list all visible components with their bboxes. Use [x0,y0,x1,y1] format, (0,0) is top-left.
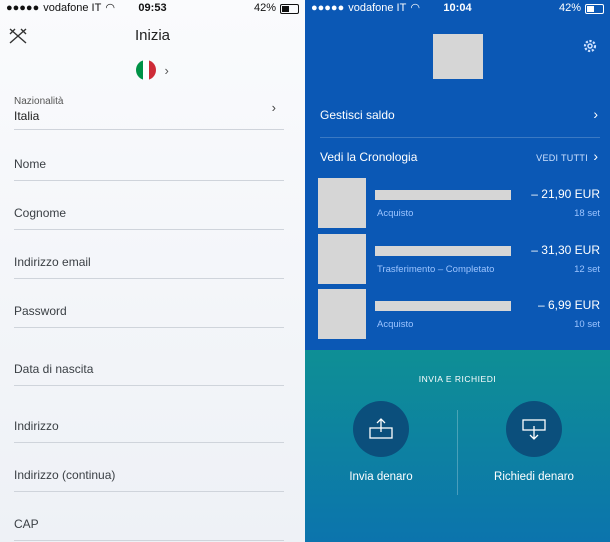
transaction-type: Trasferimento – Completato [377,264,495,275]
top-bar: Inizia [0,18,305,54]
nationality-value: Italia [14,109,40,123]
chevron-right-icon: › [593,106,598,122]
request-money-button[interactable] [506,401,562,457]
manage-balance-row[interactable]: Gestisci saldo › [320,106,598,128]
battery-icon [280,3,299,14]
postal-code-field[interactable]: CAP [14,514,284,541]
request-money-icon [522,419,546,440]
address-continued-placeholder: Indirizzo (continua) [14,468,116,482]
italy-flag-icon [136,60,157,80]
send-request-title: INVIA E RICHIEDI [418,374,497,384]
transaction-row[interactable]: Acquisto – 21,90 EUR 18 set [318,178,600,228]
send-request-panel: INVIA E RICHIEDI Invia denaro Richiedi d… [305,350,610,542]
transaction-thumbnail [318,234,366,284]
address-placeholder: Indirizzo [14,419,59,433]
transaction-amount: – 21,90 EUR [531,187,600,201]
email-field[interactable]: Indirizzo email [14,252,284,279]
divider [320,137,600,138]
battery-icon [585,3,604,14]
signup-screen: ●●●●● vodafone IT ◠ 09:53 42% Inizia › N… [0,0,305,542]
divider [457,410,458,495]
history-label: Vedi la Cronologia [320,150,418,164]
send-money-button[interactable] [353,401,409,457]
transaction-date: 18 set [574,208,600,219]
status-bar: ●●●●● vodafone IT ◠ 10:04 42% [305,0,610,17]
status-bar: ●●●●● vodafone IT ◠ 09:53 42% [0,0,305,17]
address-field[interactable]: Indirizzo [14,416,284,443]
redacted-name [375,246,511,256]
birth-date-placeholder: Data di nascita [14,362,94,376]
wallet-screen: ●●●●● vodafone IT ◠ 10:04 42% Gestisci s… [305,0,610,542]
email-placeholder: Indirizzo email [14,255,91,269]
postal-code-placeholder: CAP [14,517,39,531]
manage-balance-label: Gestisci saldo [320,108,395,122]
chevron-right-icon: › [271,100,276,115]
nationality-label: Nazionalità [14,96,64,107]
transaction-amount: – 31,30 EUR [531,243,600,257]
last-name-placeholder: Cognome [14,206,67,220]
transaction-type: Acquisto [377,208,414,219]
battery-percent: 42% [253,2,276,14]
chevron-right-icon: › [593,148,598,164]
avatar[interactable] [433,34,483,79]
nationality-field[interactable]: Nazionalità Italia › [14,96,284,130]
last-name-field[interactable]: Cognome [14,203,284,230]
birth-date-field[interactable]: Data di nascita [14,359,284,386]
see-all-link[interactable]: VEDI TUTTI [536,153,588,163]
send-money-label[interactable]: Invia denaro [321,471,441,483]
transaction-date: 12 set [574,264,600,275]
redacted-name [375,301,511,311]
address-continued-field[interactable]: Indirizzo (continua) [14,465,284,492]
battery-percent: 42% [558,2,581,14]
password-field[interactable]: Password [14,301,284,328]
transaction-type: Acquisto [377,319,414,330]
redacted-name [375,190,511,200]
battery-status: 42% [559,0,604,17]
transaction-date: 10 set [574,319,600,330]
country-selector[interactable]: › [0,60,305,80]
transaction-row[interactable]: Trasferimento – Completato – 31,30 EUR 1… [318,234,600,284]
chevron-right-icon: › [164,62,169,78]
transaction-amount: – 6,99 EUR [537,298,600,312]
password-placeholder: Password [14,304,67,318]
send-money-icon [369,418,393,439]
transaction-row[interactable]: Acquisto – 6,99 EUR 10 set [318,289,600,339]
gear-icon[interactable] [582,38,598,54]
first-name-placeholder: Nome [14,157,47,171]
request-money-label[interactable]: Richiedi denaro [474,471,594,483]
battery-status: 42% [254,0,299,17]
transaction-thumbnail [318,178,366,228]
transaction-thumbnail [318,289,366,339]
page-title: Inizia [134,27,171,44]
first-name-field[interactable]: Nome [14,154,284,181]
